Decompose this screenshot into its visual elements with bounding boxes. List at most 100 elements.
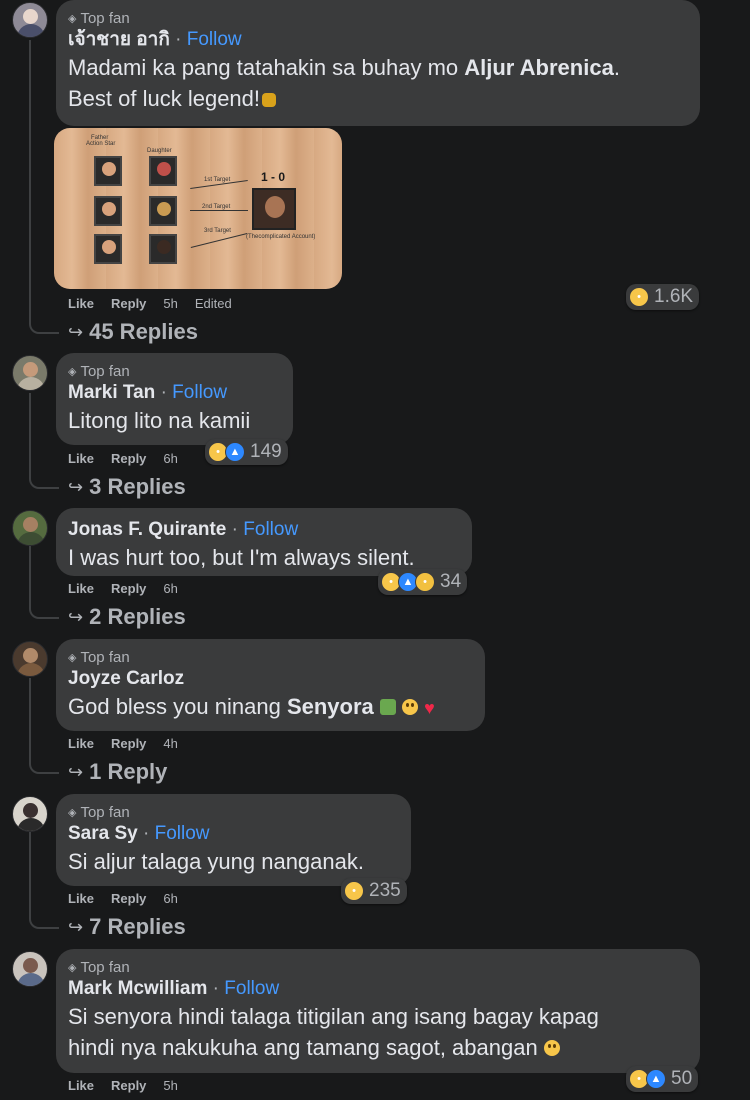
timestamp[interactable]: 5h <box>163 296 177 311</box>
diamond-icon: ◈ <box>68 365 77 378</box>
comment-bubble: Jonas F. Quirante · Follow I was hurt to… <box>56 508 472 576</box>
view-replies-link[interactable]: ↪ 2 Replies <box>68 604 186 630</box>
comment-actions: Like Reply 4h <box>68 736 178 751</box>
comment-bubble: ◈ Top fan เจ้าชาย อากิ · Follow Madami ka… <box>56 0 700 126</box>
haha-reaction-icon: • <box>629 287 649 307</box>
badge-label: Top fan <box>80 803 130 821</box>
thread-connector <box>29 320 59 334</box>
image-label: (Thecomplicated Account) <box>246 234 316 240</box>
reply-arrow-icon: ↪ <box>68 321 84 342</box>
view-replies-link[interactable]: ↪ 7 Replies <box>68 914 186 940</box>
badge-label: Top fan <box>80 9 130 27</box>
avatar[interactable] <box>12 951 48 987</box>
avatar[interactable] <box>12 355 48 391</box>
reaction-summary[interactable]: • 1.6K <box>626 284 700 310</box>
comment-text: Si senyora hindi talaga titigilan ang is… <box>68 1004 599 1029</box>
reaction-summary[interactable]: • ▲ • 34 <box>378 569 468 595</box>
reply-link[interactable]: Reply <box>111 581 146 596</box>
timestamp[interactable]: 6h <box>163 891 177 906</box>
timestamp[interactable]: 5h <box>163 1078 177 1093</box>
reply-link[interactable]: Reply <box>111 891 146 906</box>
like-link[interactable]: Like <box>68 451 94 466</box>
reaction-count: 149 <box>250 441 282 462</box>
avatar[interactable] <box>12 510 48 546</box>
comment-text-part: Best of luck legend! <box>68 86 261 111</box>
replies-count: 2 Replies <box>89 604 186 629</box>
reply-link[interactable]: Reply <box>111 736 146 751</box>
like-link[interactable]: Like <box>68 581 94 596</box>
portrait-frame <box>149 234 177 264</box>
comment-author[interactable]: Joyze Carloz <box>68 668 184 689</box>
follow-button[interactable]: Follow <box>243 519 298 540</box>
reaction-count: 34 <box>440 571 462 592</box>
comment-text: Madami ka pang tatahakin sa buhay mo Alj… <box>68 52 686 83</box>
top-fan-badge: ◈ Top fan <box>68 803 397 821</box>
thread-connector <box>29 915 59 929</box>
comment-actions: Like Reply 6h <box>68 891 178 906</box>
like-link[interactable]: Like <box>68 296 94 311</box>
comment-bubble: ◈ Top fan Marki Tan · Follow Litong lito … <box>56 353 293 445</box>
view-replies-link[interactable]: ↪ 1 Reply <box>68 759 167 785</box>
comment-text-part: Madami ka pang tatahakin sa buhay mo <box>68 55 465 80</box>
comment-bubble: ◈ Top fan Sara Sy · Follow Si aljur talag… <box>56 794 411 886</box>
comment-author[interactable]: Jonas F. Quirante <box>68 519 226 540</box>
like-reaction-icon: ▲ <box>646 1069 666 1089</box>
comment-bubble: ◈ Top fan Joyze Carloz God bless you nina… <box>56 639 485 731</box>
badge-label: Top fan <box>80 362 130 380</box>
tagged-name[interactable]: Aljur Abrenica <box>464 55 614 80</box>
comment-actions: Like Reply 5h Edited <box>68 296 232 311</box>
comment-author[interactable]: Marki Tan <box>68 382 155 403</box>
image-label: 2nd Target <box>202 204 231 210</box>
thread-line <box>29 40 31 320</box>
follow-button[interactable]: Follow <box>155 823 210 844</box>
timestamp[interactable]: 6h <box>163 451 177 466</box>
follow-button[interactable]: Follow <box>187 29 242 50</box>
comment-actions: Like Reply 5h <box>68 1078 178 1093</box>
separator-dot: · <box>231 519 238 540</box>
follow-button[interactable]: Follow <box>224 978 279 999</box>
image-label: 3rd Target <box>204 228 231 234</box>
reaction-summary[interactable]: • ▲ 50 <box>626 1066 699 1092</box>
reply-link[interactable]: Reply <box>111 1078 146 1093</box>
haha-reaction-icon: • <box>344 881 364 901</box>
image-label: Action Star <box>86 141 116 147</box>
like-link[interactable]: Like <box>68 736 94 751</box>
timestamp[interactable]: 6h <box>163 581 177 596</box>
comment-image[interactable]: Father Action Star Daughter 1st Target 2… <box>54 128 342 289</box>
portrait-frame <box>94 196 122 226</box>
view-replies-link[interactable]: ↪ 3 Replies <box>68 474 186 500</box>
avatar[interactable] <box>12 796 48 832</box>
comment-text: Litong lito na kamii <box>68 408 251 433</box>
reaction-summary[interactable]: • ▲ 149 <box>205 439 288 465</box>
portrait-frame <box>94 234 122 264</box>
diamond-icon: ◈ <box>68 961 77 974</box>
timestamp[interactable]: 4h <box>163 736 177 751</box>
comment-text-part: God bless you ninang <box>68 694 287 719</box>
view-replies-link[interactable]: ↪ 45 Replies <box>68 319 198 345</box>
tagged-name[interactable]: Senyora <box>287 694 374 719</box>
like-reaction-icon: ▲ <box>225 442 245 462</box>
comment-author[interactable]: Mark Mcwilliam <box>68 978 207 999</box>
reaction-summary[interactable]: • 235 <box>341 878 407 904</box>
replies-count: 1 Reply <box>89 759 168 784</box>
red-heart-icon: ♥ <box>424 698 435 718</box>
comment-actions: Like Reply 6h <box>68 581 178 596</box>
flexed-arm-icon <box>262 93 277 107</box>
comment-author[interactable]: เจ้าชาย อากิ <box>68 29 170 50</box>
replies-count: 45 Replies <box>89 319 198 344</box>
reply-link[interactable]: Reply <box>111 296 146 311</box>
like-link[interactable]: Like <box>68 891 94 906</box>
avatar[interactable] <box>12 2 48 38</box>
thread-connector <box>29 605 59 619</box>
comment-author[interactable]: Sara Sy <box>68 823 138 844</box>
reply-link[interactable]: Reply <box>111 451 146 466</box>
comment-text-part: hindi nya nakukuha ang tamang sagot, aba… <box>68 1035 538 1060</box>
avatar[interactable] <box>12 641 48 677</box>
comment-text: God bless you ninang Senyora ♥ <box>68 691 471 724</box>
relieved-face-icon <box>402 699 419 715</box>
like-link[interactable]: Like <box>68 1078 94 1093</box>
follow-button[interactable]: Follow <box>172 382 227 403</box>
reply-arrow-icon: ↪ <box>68 761 84 782</box>
reply-arrow-icon: ↪ <box>68 476 84 497</box>
target-line <box>190 232 248 249</box>
